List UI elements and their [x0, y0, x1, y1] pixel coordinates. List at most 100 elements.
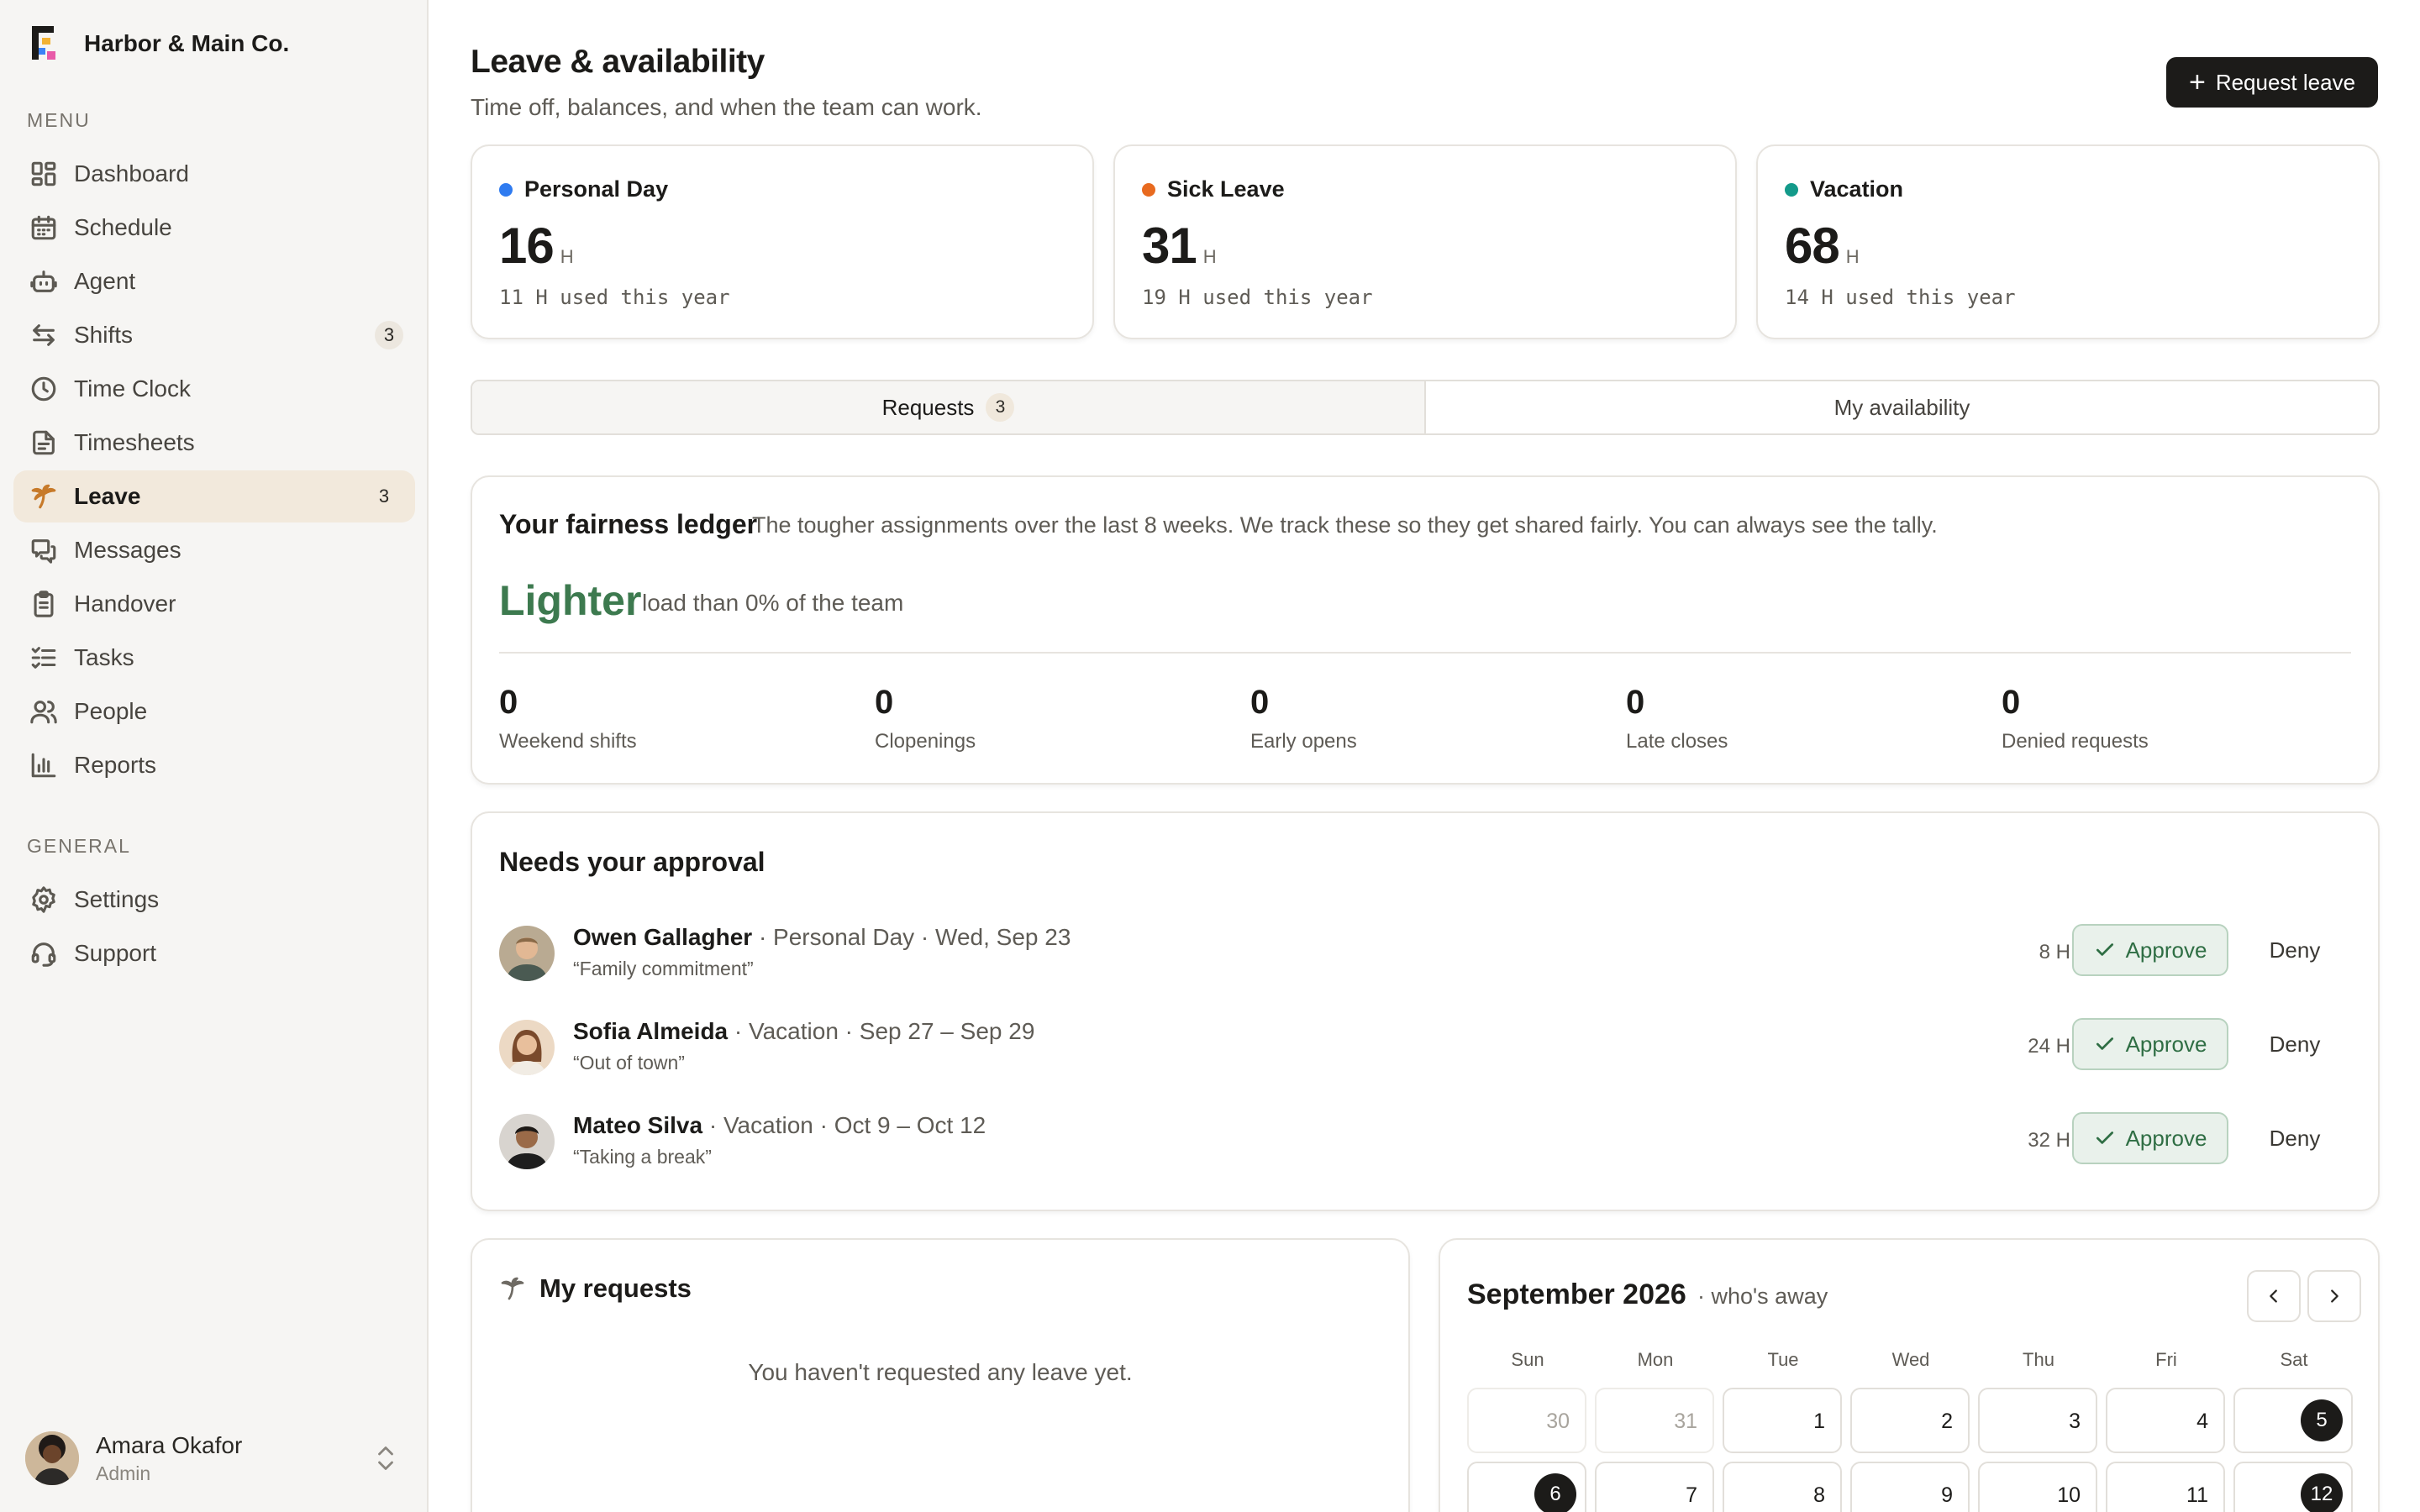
- calendar-day[interactable]: 5: [2233, 1388, 2353, 1453]
- calendar-subtitle: · who's away: [1697, 1284, 1828, 1309]
- stat-label: Denied requests: [2002, 730, 2149, 753]
- page-subtitle: Time off, balances, and when the team ca…: [471, 94, 982, 120]
- fairness-description: The tougher assignments over the last 8 …: [752, 512, 1938, 538]
- balance-value: 68: [1785, 218, 1840, 274]
- approve-label: Approve: [2125, 1031, 2207, 1057]
- sidebar-item-leave[interactable]: Leave 3: [13, 470, 415, 522]
- request-hours: 24 H: [2028, 1035, 2070, 1058]
- fairness-title: Your fairness ledger: [499, 509, 758, 539]
- previous-month-button[interactable]: [2247, 1270, 2301, 1322]
- calendar-day[interactable]: 7: [1595, 1462, 1714, 1512]
- weekday-label: Sun: [1511, 1349, 1544, 1370]
- calendar-day[interactable]: 4: [2106, 1388, 2225, 1453]
- sidebar-item-label: Handover: [74, 591, 176, 617]
- calendar-day[interactable]: 8: [1723, 1462, 1842, 1512]
- approval-row: Sofia Almeida · Vacation · Sep 27 – Sep …: [499, 1018, 2354, 1077]
- balance-value: 16: [499, 218, 555, 274]
- calendar-day[interactable]: 9: [1850, 1462, 1970, 1512]
- whos-away-calendar: September 2026 · who's away Sun Mon Tue Wed…: [1439, 1238, 2380, 1512]
- my-requests-title: My requests: [539, 1273, 692, 1303]
- calendar-day[interactable]: 3: [1978, 1388, 2097, 1453]
- avatar: [25, 1431, 79, 1485]
- sidebar-item-support[interactable]: Support: [13, 927, 415, 979]
- sidebar-item-settings[interactable]: Settings: [13, 874, 415, 926]
- stat-clopenings: 0 Clopenings: [875, 684, 976, 753]
- fairness-note: load than 0% of the team: [642, 590, 904, 616]
- sidebar-item-people[interactable]: People: [13, 685, 415, 738]
- approve-button[interactable]: Approve: [2072, 1112, 2228, 1164]
- balance-unit: H: [1845, 246, 1860, 267]
- stat-weekend-shifts: 0 Weekend shifts: [499, 684, 637, 753]
- calendar-day[interactable]: 6: [1467, 1462, 1586, 1512]
- sidebar-item-shifts[interactable]: Shifts 3: [13, 309, 415, 361]
- balance-unit: H: [1202, 246, 1217, 267]
- sidebar-item-label: Reports: [74, 752, 157, 778]
- request-reason: “Taking a break”: [573, 1146, 712, 1168]
- calendar-day[interactable]: 30: [1467, 1388, 1586, 1453]
- sidebar-item-reports[interactable]: Reports: [13, 739, 415, 791]
- sidebar-item-agent[interactable]: Agent: [13, 255, 415, 307]
- bar-chart-icon: [29, 750, 59, 780]
- approve-button[interactable]: Approve: [2072, 1018, 2228, 1070]
- sidebar-item-label: People: [74, 698, 148, 724]
- calendar-day-number: 11: [2186, 1483, 2208, 1507]
- tab-requests[interactable]: Requests 3: [472, 381, 1426, 433]
- calendar-icon: [29, 213, 59, 243]
- general-section-label: GENERAL: [27, 835, 131, 857]
- sidebar-item-time-clock[interactable]: Time Clock: [13, 363, 415, 415]
- calendar-day[interactable]: 11: [2106, 1462, 2225, 1512]
- brand-name: Harbor & Main Co.: [84, 30, 290, 56]
- people-icon: [29, 696, 59, 727]
- deny-button[interactable]: Deny: [2249, 1018, 2341, 1070]
- balance-used: 14 H used this year: [1785, 286, 2016, 309]
- request-reason: “Out of town”: [573, 1052, 685, 1074]
- weekday-label: Fri: [2155, 1349, 2177, 1370]
- stat-early-opens: 0 Early opens: [1250, 684, 1357, 753]
- calendar-day-number: 6: [1534, 1473, 1576, 1512]
- balance-value: 31: [1142, 218, 1197, 274]
- request-hours: 32 H: [2028, 1129, 2070, 1152]
- requests-count-badge: 3: [986, 393, 1015, 422]
- chevron-right-icon: [2331, 1289, 2338, 1303]
- sidebar-item-handover[interactable]: Handover: [13, 578, 415, 630]
- weekday-label: Mon: [1637, 1349, 1674, 1370]
- deny-button[interactable]: Deny: [2249, 1112, 2341, 1164]
- balance-card-sick-leave: Sick Leave 31 H 19 H used this year: [1113, 144, 1737, 339]
- request-details: · Vacation · Sep 27 – Sep 29: [728, 1018, 1035, 1044]
- brand[interactable]: Harbor & Main Co.: [30, 25, 289, 62]
- calendar-day[interactable]: 31: [1595, 1388, 1714, 1453]
- clipboard-icon: [29, 589, 59, 619]
- request-leave-button[interactable]: + Request leave: [2166, 57, 2378, 108]
- sidebar-item-timesheets[interactable]: Timesheets: [13, 417, 415, 469]
- calendar-day[interactable]: 12: [2233, 1462, 2353, 1512]
- user-name: Amara Okafor: [96, 1431, 243, 1458]
- deny-button[interactable]: Deny: [2249, 924, 2341, 976]
- sidebar-item-dashboard[interactable]: Dashboard: [13, 148, 415, 200]
- calendar-day[interactable]: 10: [1978, 1462, 2097, 1512]
- chat-icon: [29, 535, 59, 565]
- check-icon: [2096, 943, 2113, 956]
- sidebar-item-schedule[interactable]: Schedule: [13, 202, 415, 254]
- menu-section-label: MENU: [27, 109, 91, 131]
- divider: [499, 652, 2351, 654]
- check-icon: [2096, 1131, 2113, 1144]
- sidebar-item-messages[interactable]: Messages: [13, 524, 415, 576]
- user-menu[interactable]: Amara Okafor Admin: [25, 1428, 412, 1488]
- status-dot-icon: [1142, 182, 1155, 197]
- sidebar-item-label: Support: [74, 940, 157, 966]
- sidebar-item-tasks[interactable]: Tasks: [13, 632, 415, 684]
- approve-button[interactable]: Approve: [2072, 924, 2228, 976]
- calendar-day[interactable]: 2: [1850, 1388, 1970, 1453]
- sidebar-item-label: Tasks: [74, 644, 134, 670]
- my-requests-card: My requests You haven't requested any le…: [471, 1238, 1410, 1512]
- calendar-day[interactable]: 1: [1723, 1388, 1842, 1453]
- tab-my-availability[interactable]: My availability: [1426, 381, 2378, 433]
- next-month-button[interactable]: [2307, 1270, 2361, 1322]
- main-content: Leave & availability Time off, balances,…: [429, 0, 2420, 1512]
- stat-value: 0: [2002, 684, 2021, 721]
- calendar-day-number: 10: [2057, 1483, 2081, 1507]
- sidebar-item-label: Messages: [74, 537, 182, 563]
- chevron-up-down-icon[interactable]: [373, 1443, 398, 1473]
- calendar-day-number: 7: [1686, 1483, 1697, 1507]
- sidebar-item-label: Settings: [74, 886, 160, 912]
